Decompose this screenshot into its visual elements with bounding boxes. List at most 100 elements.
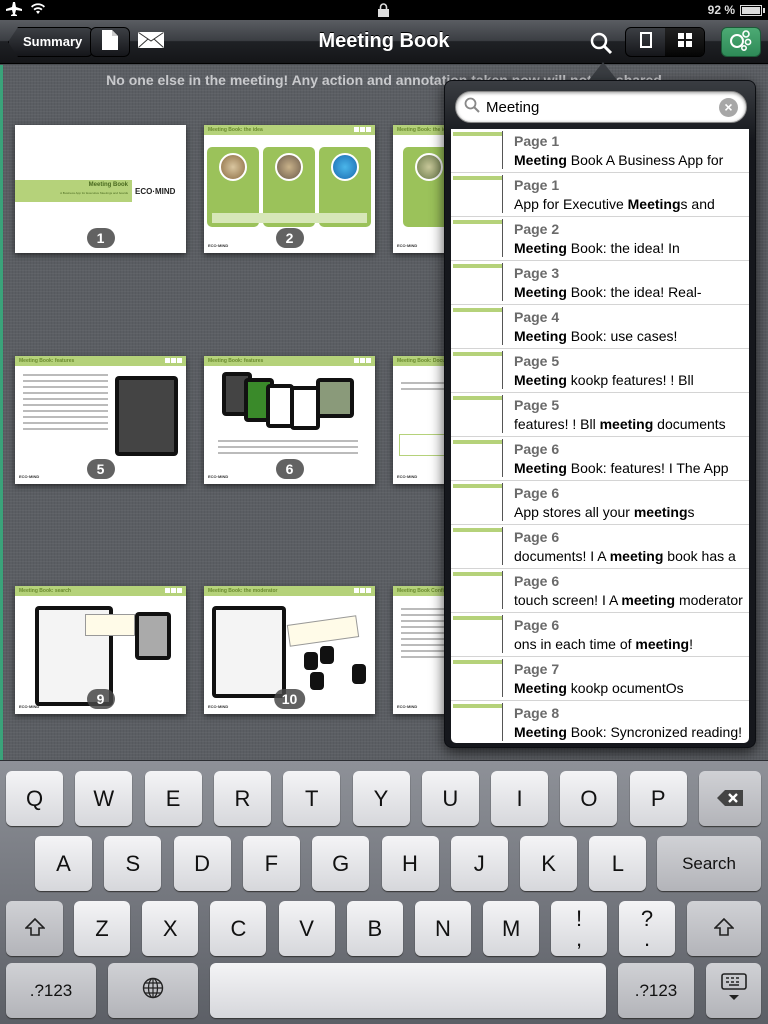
page-thumbnail[interactable]: Meeting Book: features ECO·MIND 6: [204, 356, 375, 484]
backspace-key[interactable]: [699, 771, 761, 826]
key-q[interactable]: Q: [6, 771, 63, 826]
search-field[interactable]: ×: [455, 91, 747, 123]
summary-back-button[interactable]: Summary: [8, 27, 94, 57]
page-thumbnail[interactable]: Meeting Book: the idea ECO·MIND 2: [204, 125, 375, 253]
search-result-item[interactable]: Page 3 Meeting Book: the idea! Real-: [451, 261, 749, 305]
result-page-label: Page 6: [514, 617, 560, 633]
search-result-item[interactable]: Page 1 Meeting Book A Business App for: [451, 129, 749, 173]
snippet-after: documents: [653, 416, 726, 432]
search-result-item[interactable]: Page 4 Meeting Book: use cases!: [451, 305, 749, 349]
search-result-item[interactable]: Page 6 documents! I A meeting book has a: [451, 525, 749, 569]
key-o[interactable]: O: [560, 771, 618, 826]
result-page-thumbnail: [453, 483, 503, 521]
result-snippet: documents! I A meeting book has a: [514, 548, 736, 564]
numbers-key-left[interactable]: .?123: [6, 963, 96, 1018]
slide-title: Meeting Book: [88, 182, 128, 188]
key-m[interactable]: M: [483, 901, 540, 956]
key-s[interactable]: S: [104, 836, 162, 891]
search-result-item[interactable]: Page 6 Meeting Book: features! I The App: [451, 437, 749, 481]
device-icon: [310, 672, 324, 690]
result-page-label: Page 8: [514, 705, 560, 721]
key-u[interactable]: U: [421, 771, 479, 826]
search-result-item[interactable]: Page 6 ons in each time of meeting!: [451, 613, 749, 657]
globe-key[interactable]: [108, 963, 198, 1018]
key-v[interactable]: V: [278, 901, 335, 956]
snippet-before: App stores all your: [514, 504, 634, 520]
slide-header: Meeting Book: features: [204, 356, 375, 366]
snippet-after: s: [687, 504, 695, 520]
space-bar[interactable]: [210, 963, 606, 1018]
grid-view-button[interactable]: [665, 28, 704, 56]
search-button[interactable]: [588, 30, 614, 56]
key-r[interactable]: R: [213, 771, 271, 826]
search-result-item[interactable]: Page 5 Meeting kookp features! ! Bll: [451, 349, 749, 393]
key-f[interactable]: F: [242, 836, 300, 891]
key-b[interactable]: B: [346, 901, 403, 956]
result-page-thumbnail: [453, 615, 503, 653]
on-screen-keyboard: Q W E R T Y U I O P A S D F G H J K L Search Z X C V B N M!,?. .?12…: [0, 760, 768, 1024]
view-mode-segmented-control: [625, 27, 705, 57]
key-p[interactable]: P: [629, 771, 687, 826]
result-page-thumbnail: [453, 175, 503, 213]
page-thumbnail[interactable]: Meeting Book A Business App for Executiv…: [15, 125, 186, 253]
key-t[interactable]: T: [283, 771, 341, 826]
key-d[interactable]: D: [173, 836, 231, 891]
device-icon: [304, 652, 318, 670]
search-result-item[interactable]: Page 8 Meeting Book: Syncronized reading!: [451, 701, 749, 743]
key-a[interactable]: A: [35, 836, 92, 891]
single-page-view-button[interactable]: [626, 28, 665, 56]
numbers-key-right[interactable]: .?123: [618, 963, 694, 1018]
document-button[interactable]: [90, 27, 130, 57]
result-page-thumbnail: [453, 307, 503, 345]
ipad-image: [212, 606, 286, 698]
search-result-item[interactable]: Page 2 Meeting Book: the idea! In: [451, 217, 749, 261]
ecomind-logo: ECO·MIND: [19, 704, 40, 709]
key-j[interactable]: J: [450, 836, 508, 891]
key-g[interactable]: G: [312, 836, 370, 891]
globe-icon: [142, 977, 164, 1005]
key-h[interactable]: H: [381, 836, 439, 891]
key-e[interactable]: E: [144, 771, 202, 826]
key-k[interactable]: K: [520, 836, 578, 891]
search-result-item[interactable]: Page 6 touch screen! I A meeting moderato…: [451, 569, 749, 613]
search-result-item[interactable]: Page 1 App for Executive Meetings and: [451, 173, 749, 217]
share-button[interactable]: [721, 27, 761, 57]
search-key[interactable]: Search: [657, 836, 761, 891]
page-thumbnail[interactable]: Meeting Book: features ECO·MIND 5: [15, 356, 186, 484]
key-y[interactable]: Y: [352, 771, 410, 826]
shift-key-right[interactable]: [687, 901, 761, 956]
result-page-thumbnail: [453, 395, 503, 433]
result-snippet: Meeting kookp features! ! Bll: [514, 372, 694, 388]
page-thumbnail[interactable]: Meeting Book: search ECO·MIND 9: [15, 586, 186, 714]
key-i[interactable]: I: [491, 771, 549, 826]
key-exclamation-comma[interactable]: !,: [551, 901, 607, 956]
share-circles-icon: [729, 29, 753, 56]
battery-charging-icon: [740, 4, 765, 16]
page-thumbnail[interactable]: Meeting Book: the moderator ECO·MIND 10: [204, 586, 375, 714]
clear-search-button[interactable]: ×: [719, 97, 738, 117]
search-result-item[interactable]: Page 5 features! ! Bll meeting documents: [451, 393, 749, 437]
snippet-match: Meeting: [627, 196, 681, 212]
snippet-before: documents! I A: [514, 548, 610, 564]
battery-percentage: 92 %: [707, 3, 735, 17]
shift-key-left[interactable]: [6, 901, 63, 956]
result-page-thumbnail: [453, 571, 503, 609]
key-x[interactable]: X: [142, 901, 199, 956]
search-input[interactable]: [486, 98, 719, 116]
key-c[interactable]: C: [210, 901, 267, 956]
key-w[interactable]: W: [75, 771, 133, 826]
key-question-period[interactable]: ?.: [619, 901, 675, 956]
search-result-item[interactable]: Page 7 Meeting kookp ocumentOs: [451, 657, 749, 701]
key-l[interactable]: L: [589, 836, 647, 891]
snippet-match: Meeting: [514, 328, 567, 344]
mail-button[interactable]: [137, 31, 165, 52]
shift-icon: [23, 916, 46, 942]
hide-keyboard-key[interactable]: [706, 963, 761, 1018]
bullet-text: [401, 382, 446, 394]
search-result-item[interactable]: Page 6 App stores all your meetings: [451, 481, 749, 525]
key-z[interactable]: Z: [74, 901, 130, 956]
result-page-thumbnail: [453, 131, 503, 169]
result-page-label: Page 1: [514, 133, 560, 149]
snippet-after: Book: Syncronized reading!: [566, 724, 742, 740]
key-n[interactable]: N: [415, 901, 471, 956]
